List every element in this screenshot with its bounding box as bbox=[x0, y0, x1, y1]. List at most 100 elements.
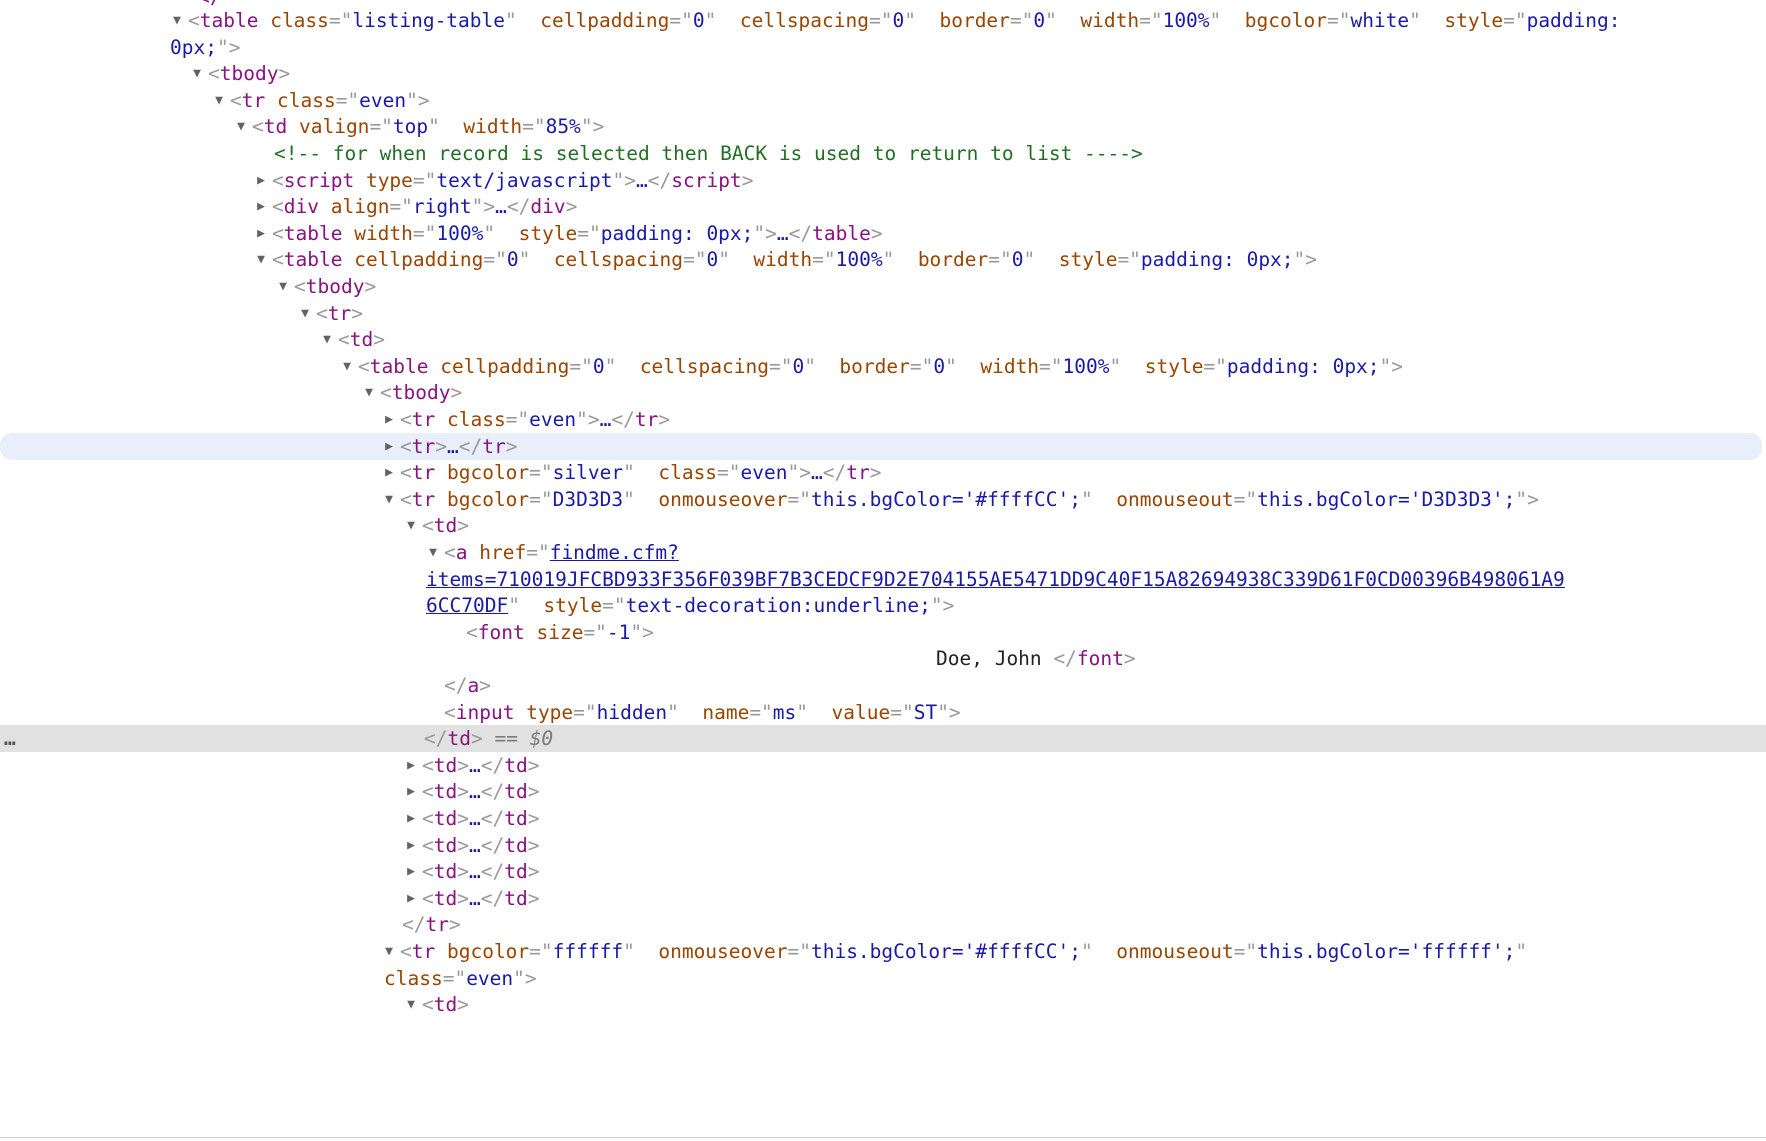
dom-tree-row[interactable]: ▶ <td>…</td> bbox=[0, 858, 1766, 885]
collapsed-triangle-icon[interactable]: ▶ bbox=[403, 752, 419, 779]
tag-name: td bbox=[504, 860, 528, 884]
punctuation: "> bbox=[1293, 248, 1318, 272]
collapsed-triangle-icon[interactable]: ▶ bbox=[381, 459, 397, 486]
collapsed-ellipsis[interactable]: … bbox=[469, 780, 481, 803]
dom-tree-row[interactable]: ▼ <tr bgcolor="D3D3D3" onmouseover="this.… bbox=[0, 486, 1766, 513]
dom-tree-row[interactable]: <!-- for when record is selected then BA… bbox=[0, 140, 1766, 167]
href-link[interactable]: 6CC70DF bbox=[426, 594, 508, 617]
dom-tree-row[interactable]: class="even"> bbox=[0, 965, 1766, 992]
collapsed-ellipsis[interactable]: … bbox=[447, 435, 459, 458]
punctuation: > bbox=[505, 434, 518, 458]
punctuation: > bbox=[527, 833, 540, 857]
collapsed-ellipsis[interactable]: … bbox=[600, 408, 612, 431]
dom-tree-row[interactable]: ▼ <tr bgcolor="ffffff" onmouseover="this.… bbox=[0, 938, 1766, 965]
attribute-name: style bbox=[543, 594, 603, 618]
dom-tree-row[interactable]: ▼ <tr class="even"> bbox=[0, 87, 1766, 114]
expanded-triangle-icon[interactable]: ▼ bbox=[297, 300, 313, 327]
dom-tree-row[interactable]: ▼ <table cellpadding="0" cellspacing="0" … bbox=[0, 246, 1766, 273]
expanded-triangle-icon[interactable]: ▼ bbox=[403, 512, 419, 539]
expanded-triangle-icon[interactable]: ▼ bbox=[403, 991, 419, 1018]
collapsed-triangle-icon[interactable]: ▶ bbox=[403, 858, 419, 885]
collapsed-ellipsis[interactable]: … bbox=[811, 461, 823, 484]
expanded-triangle-icon[interactable]: ▼ bbox=[425, 539, 441, 566]
collapsed-ellipsis[interactable]: … bbox=[469, 807, 481, 830]
collapsed-ellipsis[interactable]: … bbox=[469, 860, 481, 883]
dom-tree-row[interactable]: ▶ <tr>…</tr> bbox=[0, 432, 1762, 460]
dom-tree-row[interactable]: ▼ <tbody> bbox=[0, 273, 1766, 300]
dom-tree-row[interactable]: ▶ <td>…</td> bbox=[0, 778, 1766, 805]
dom-tree-row[interactable]: ▼ <table class="listing-table" cellpaddin… bbox=[0, 7, 1766, 34]
punctuation: " bbox=[945, 354, 957, 378]
collapsed-ellipsis[interactable]: … bbox=[469, 887, 481, 910]
dom-tree-row[interactable]: ▶ <td>…</td> bbox=[0, 805, 1766, 832]
dom-tree-row[interactable]: ▼ <tbody> bbox=[0, 379, 1766, 406]
attribute-value: padding: 0px; bbox=[1140, 248, 1294, 272]
expanded-triangle-icon[interactable]: ▼ bbox=[189, 60, 205, 87]
dom-tree-row[interactable]: ▶ <td>…</td> bbox=[0, 885, 1766, 912]
dom-tree-row[interactable]: ▶ <tr bgcolor="silver" class="even">…</tr… bbox=[0, 459, 1766, 486]
attribute-name: type bbox=[526, 700, 574, 724]
collapsed-ellipsis[interactable]: … bbox=[469, 754, 481, 777]
dom-tree-row[interactable]: </a> bbox=[0, 672, 1766, 699]
collapsed-ellipsis[interactable]: … bbox=[636, 169, 648, 192]
punctuation: < bbox=[444, 541, 456, 564]
attribute-value: this.bgColor='D3D3D3'; bbox=[1257, 487, 1516, 511]
dom-tree-row[interactable]: items=710019JFCBD933F356F039BF7B3CEDCF9D… bbox=[0, 566, 1766, 593]
collapsed-triangle-icon[interactable]: ▶ bbox=[253, 193, 269, 220]
text-node bbox=[716, 9, 739, 32]
expanded-triangle-icon[interactable]: ▼ bbox=[339, 353, 355, 380]
collapsed-triangle-icon[interactable]: ▶ bbox=[403, 805, 419, 832]
expanded-triangle-icon[interactable]: ▼ bbox=[233, 113, 249, 140]
dom-tree-row[interactable]: ▼ <td> bbox=[0, 512, 1766, 539]
dom-tree-row[interactable]: ▼ <table cellpadding="0" cellspacing="0" … bbox=[0, 353, 1766, 380]
text-node bbox=[435, 940, 447, 963]
more-options-ellipsis-icon[interactable]: … bbox=[4, 725, 16, 752]
console-ref-label: == $0 bbox=[494, 727, 554, 751]
dom-tree-row[interactable]: </td> == $0… bbox=[0, 725, 1766, 753]
dom-tree-row[interactable]: </tr> bbox=[0, 911, 1766, 938]
dom-tree-row[interactable]: Doe, John </font> bbox=[0, 645, 1766, 672]
collapsed-triangle-icon[interactable]: ▶ bbox=[403, 885, 419, 912]
dom-tree-row[interactable]: <input type="hidden" name="ms" value="ST… bbox=[0, 699, 1766, 726]
dom-tree-row[interactable]: <font size="-1"> bbox=[0, 619, 1766, 646]
dom-tree-row[interactable]: ▼ <td valign="top" width="85%"> bbox=[0, 113, 1766, 140]
punctuation: > bbox=[457, 833, 469, 857]
dom-tree-row[interactable]: ▶ <td>…</td> bbox=[0, 752, 1766, 779]
href-link[interactable]: findme.cfm? bbox=[550, 541, 679, 564]
node-markup: 6CC70DF" style="text-decoration:underlin… bbox=[426, 592, 954, 619]
node-markup: <a href="findme.cfm? bbox=[444, 539, 679, 566]
collapsed-triangle-icon[interactable]: ▶ bbox=[381, 406, 397, 433]
collapsed-triangle-icon[interactable]: ▶ bbox=[403, 778, 419, 805]
dom-tree-row[interactable]: ▼ <a href="findme.cfm? bbox=[0, 539, 1766, 566]
attribute-name: name bbox=[702, 700, 750, 724]
punctuation: < bbox=[444, 700, 456, 724]
dom-tree-row[interactable]: 6CC70DF" style="text-decoration:underlin… bbox=[0, 592, 1766, 619]
expanded-triangle-icon[interactable]: ▼ bbox=[361, 379, 377, 406]
dom-tree-row[interactable]: ▼ <tr> bbox=[0, 300, 1766, 327]
expanded-triangle-icon[interactable]: ▼ bbox=[381, 486, 397, 513]
dom-tree-row[interactable]: ▼ <td> bbox=[0, 991, 1766, 1018]
expanded-triangle-icon[interactable]: ▼ bbox=[275, 273, 291, 300]
dom-tree-row[interactable]: ▼ <tbody> bbox=[0, 60, 1766, 87]
dom-tree-row[interactable]: 0px;"> bbox=[0, 34, 1766, 61]
expanded-triangle-icon[interactable]: ▼ bbox=[211, 87, 227, 114]
dom-tree-row[interactable]: ▶ <script type="text/javascript">…</scrip… bbox=[0, 167, 1766, 194]
dom-tree-row[interactable]: ▶ <table width="100%" style="padding: 0px… bbox=[0, 220, 1766, 247]
collapsed-ellipsis[interactable]: … bbox=[469, 834, 481, 857]
dom-tree-row[interactable]: ▶ <td>…</td> bbox=[0, 832, 1766, 859]
collapsed-triangle-icon[interactable]: ▶ bbox=[253, 220, 269, 247]
collapsed-triangle-icon[interactable]: ▶ bbox=[381, 433, 397, 460]
expanded-triangle-icon[interactable]: ▼ bbox=[319, 326, 335, 353]
expanded-triangle-icon[interactable]: ▼ bbox=[253, 246, 269, 273]
collapsed-ellipsis[interactable]: … bbox=[777, 222, 789, 245]
dom-tree-row[interactable]: ▶ <div align="right">…</div> bbox=[0, 193, 1766, 220]
punctuation: > bbox=[373, 328, 385, 352]
collapsed-triangle-icon[interactable]: ▶ bbox=[403, 832, 419, 859]
collapsed-ellipsis[interactable]: … bbox=[495, 195, 507, 218]
expanded-triangle-icon[interactable]: ▼ bbox=[169, 7, 185, 34]
collapsed-triangle-icon[interactable]: ▶ bbox=[253, 167, 269, 194]
dom-tree-row[interactable]: ▶ <tr class="even">…</tr> bbox=[0, 406, 1766, 433]
href-link[interactable]: items=710019JFCBD933F356F039BF7B3CEDCF9D… bbox=[426, 568, 1565, 591]
expanded-triangle-icon[interactable]: ▼ bbox=[381, 938, 397, 965]
dom-tree-row[interactable]: ▼ <td> bbox=[0, 326, 1766, 353]
